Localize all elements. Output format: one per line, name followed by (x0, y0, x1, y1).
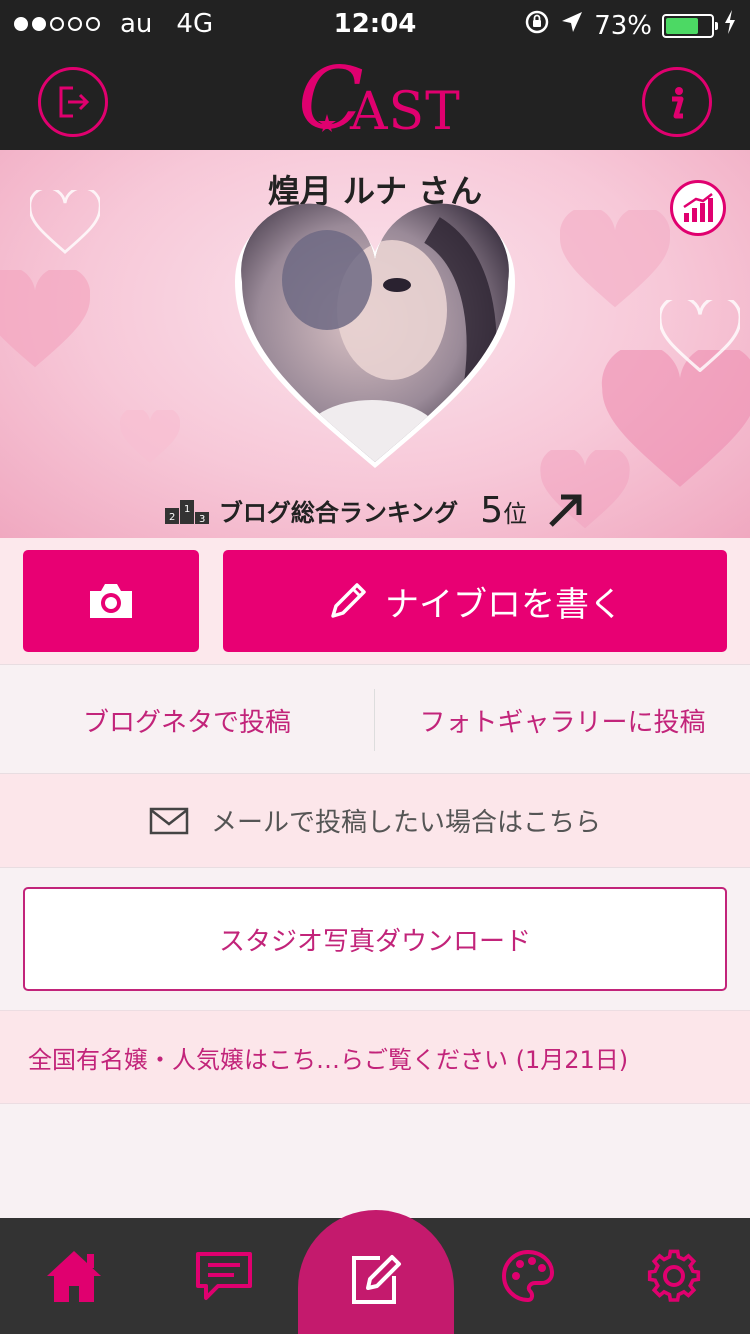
battery-icon (662, 13, 718, 38)
info-button[interactable] (642, 67, 712, 137)
svg-text:3: 3 (199, 514, 205, 524)
info-icon (672, 87, 684, 119)
news-ticker[interactable]: 全国有名嬢・人気嬢はこち…らご覧ください (1月21日) (0, 1010, 750, 1104)
location-arrow-icon (560, 10, 584, 41)
cast-logo: C AST (298, 49, 461, 149)
tab-settings[interactable] (644, 1246, 704, 1306)
logout-button[interactable] (38, 67, 108, 137)
home-icon (47, 1251, 101, 1302)
blog-topic-link[interactable]: ブログネタで投稿 (0, 665, 374, 775)
envelope-icon (149, 807, 189, 834)
blog-ranking: 2 1 3 ブログ総合ランキング 5位 (0, 490, 750, 531)
svg-text:2: 2 (169, 512, 175, 523)
podium-icon: 2 1 3 (164, 499, 209, 524)
status-bar: au 4G 12:04 73% (0, 0, 750, 50)
profile-hero: 煌月 ルナ さん 2 1 3 ブログ総合ランキング 5位 (0, 150, 750, 538)
tab-home[interactable] (44, 1246, 104, 1306)
stats-button[interactable] (670, 180, 726, 236)
action-row: ナイブロを書く (0, 538, 750, 664)
app-header: C AST (0, 50, 750, 150)
bar-chart-icon (683, 193, 713, 222)
profile-photo[interactable] (232, 200, 518, 470)
tab-theme[interactable] (498, 1246, 558, 1306)
svg-text:1: 1 (184, 504, 190, 515)
post-links: ブログネタで投稿 フォトギャラリーに投稿 (0, 664, 750, 774)
chat-icon (196, 1252, 252, 1300)
palette-icon (502, 1249, 555, 1303)
compose-icon (352, 1255, 401, 1304)
orientation-lock-icon (524, 9, 550, 42)
ranking-position: 5位 (480, 490, 528, 531)
ranking-label: ブログ総合ランキング (218, 499, 459, 527)
mail-post-label: メールで投稿したい場合はこちら (210, 808, 601, 838)
tab-messages[interactable] (194, 1246, 254, 1306)
settings-icon (647, 1249, 701, 1302)
studio-download-button[interactable]: スタジオ写真ダウンロード (23, 887, 727, 991)
camera-icon (90, 584, 132, 618)
arrow-up-right-icon (549, 494, 582, 527)
camera-button[interactable] (23, 550, 199, 652)
photo-gallery-link[interactable]: フォトギャラリーに投稿 (375, 665, 750, 775)
battery-percent: 73% (594, 10, 652, 41)
pencil-icon (331, 583, 366, 618)
write-blog-label: ナイブロを書く (385, 584, 623, 625)
studio-section: スタジオ写真ダウンロード (0, 868, 750, 1010)
logout-icon (59, 86, 90, 118)
write-blog-button[interactable]: ナイブロを書く (223, 550, 727, 652)
charging-icon (724, 10, 736, 41)
mail-post-link[interactable]: メールで投稿したい場合はこちら (0, 774, 750, 868)
